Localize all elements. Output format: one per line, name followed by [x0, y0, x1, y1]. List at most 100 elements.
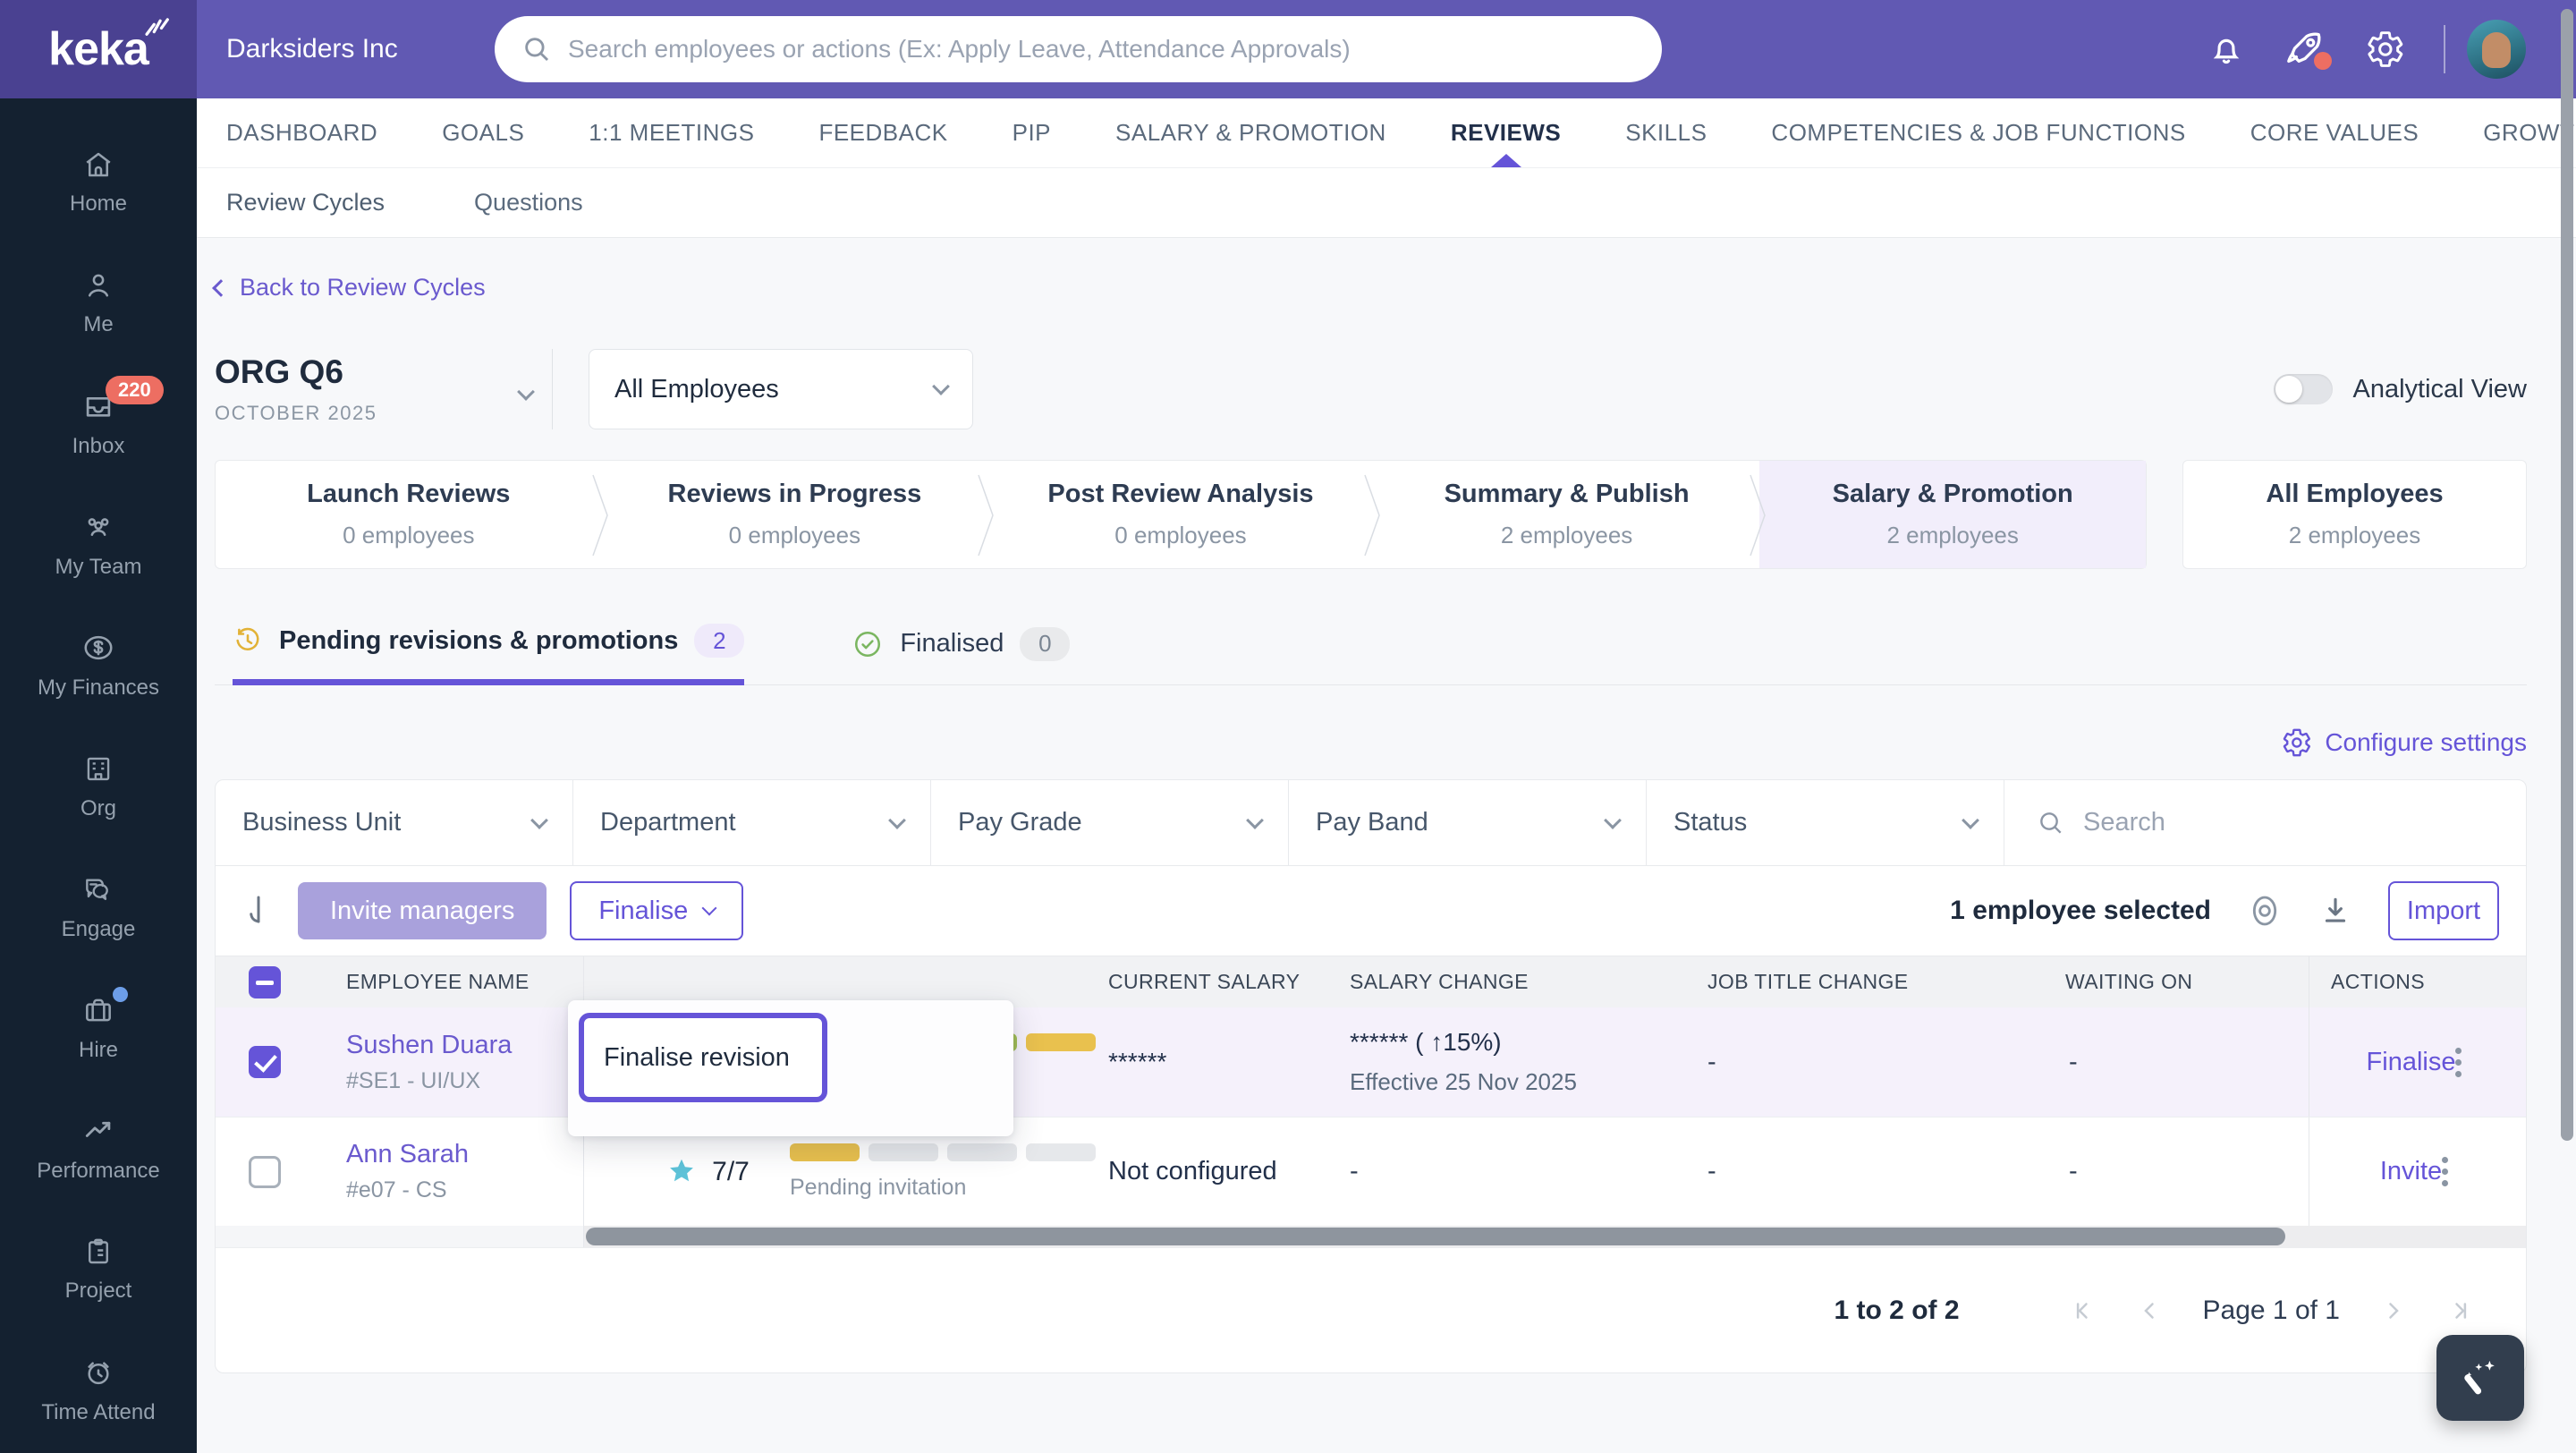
col-employee-name: EMPLOYEE NAME	[314, 956, 584, 1007]
global-search-input[interactable]	[568, 35, 1635, 64]
settings-gear-icon[interactable]	[2366, 0, 2405, 98]
sort-arrow-down-icon[interactable]	[242, 893, 275, 929]
filter-department[interactable]: Department	[573, 780, 931, 865]
stage-launch-reviews[interactable]: Launch Reviews 0 employees	[216, 461, 608, 568]
sidebar-item-performance[interactable]: Performance	[0, 1088, 197, 1209]
tab-goals[interactable]: GOALS	[442, 98, 524, 167]
stage-post-review-analysis[interactable]: Post Review Analysis 0 employees	[987, 461, 1380, 568]
gear-icon	[2284, 728, 2311, 757]
prev-page-icon[interactable]	[2137, 1297, 2164, 1324]
user-avatar[interactable]	[2467, 20, 2526, 79]
people-icon	[81, 510, 115, 544]
rocket-badge-dot	[2314, 52, 2332, 70]
kebab-menu-icon[interactable]	[2442, 1157, 2449, 1186]
employee-name-link[interactable]: Ann Sarah	[346, 1140, 583, 1169]
employee-filter-select[interactable]: All Employees	[589, 349, 973, 429]
row-action-finalise[interactable]: Finalise	[2367, 1048, 2456, 1077]
filter-status[interactable]: Status	[1647, 780, 2004, 865]
menu-item-finalise-revision[interactable]: Finalise revision	[579, 1013, 827, 1102]
subnav-review-cycles[interactable]: Review Cycles	[226, 189, 385, 217]
job-title-change-value: -	[1707, 1047, 1716, 1076]
current-salary-value: Not configured	[1108, 1157, 1277, 1185]
search-icon	[521, 34, 552, 64]
col-current-salary: CURRENT SALARY	[1108, 970, 1301, 993]
filter-pay-band[interactable]: Pay Band	[1289, 780, 1647, 865]
briefcase-icon	[81, 993, 115, 1027]
tab-dashboard[interactable]: DASHBOARD	[226, 98, 377, 167]
cycle-selector[interactable]: ORG Q6 OCTOBER 2025	[215, 353, 535, 425]
download-icon[interactable]	[2318, 894, 2352, 928]
sidebar-item-org[interactable]: Org	[0, 726, 197, 846]
dollar-icon	[81, 631, 115, 665]
sidebar-item-me[interactable]: Me	[0, 242, 197, 363]
keka-logo[interactable]: keka	[0, 0, 197, 98]
filter-business-unit[interactable]: Business Unit	[216, 780, 573, 865]
tab-reviews[interactable]: REVIEWS	[1451, 98, 1561, 167]
stage-salary-promotion[interactable]: Salary & Promotion 2 employees	[1759, 461, 2146, 568]
import-button[interactable]: Import	[2388, 881, 2499, 940]
tab-pip[interactable]: PIP	[1013, 98, 1051, 167]
table-row: Ann Sarah #e07 - CS 7/7 Pending invitati…	[216, 1117, 2526, 1226]
tab-1-1-meetings[interactable]: 1:1 MEETINGS	[589, 98, 754, 167]
tab-skills[interactable]: SKILLS	[1625, 98, 1707, 167]
tab-salary-promotion[interactable]: SALARY & PROMOTION	[1115, 98, 1386, 167]
employee-name-link[interactable]: Sushen Duara	[346, 1031, 583, 1060]
sidebar-item-engage[interactable]: Engage	[0, 846, 197, 967]
whats-new-rocket-icon[interactable]	[2284, 0, 2332, 98]
stage-all-employees[interactable]: All Employees 2 employees	[2182, 460, 2527, 569]
history-clock-icon	[233, 625, 263, 656]
chevron-down-icon	[1246, 811, 1264, 829]
row-checkbox[interactable]	[249, 1046, 281, 1078]
sidebar-item-project[interactable]: Project	[0, 1209, 197, 1330]
vertical-scrollbar-thumb[interactable]	[2561, 9, 2573, 1141]
sidebar-item-inbox[interactable]: Inbox 220	[0, 363, 197, 484]
rating-value: 7/7	[712, 1156, 750, 1186]
sidebar-item-hire[interactable]: Hire	[0, 967, 197, 1088]
main-area: DASHBOARD GOALS 1:1 MEETINGS FEEDBACK PI…	[197, 98, 2576, 1453]
tab-competencies[interactable]: COMPETENCIES & JOB FUNCTIONS	[1771, 98, 2185, 167]
stage-separator	[591, 473, 611, 557]
finalise-dropdown-button[interactable]: Finalise	[570, 881, 744, 940]
global-search[interactable]	[495, 16, 1662, 82]
first-page-icon[interactable]	[2071, 1297, 2097, 1324]
logo-text: keka	[48, 23, 149, 75]
filter-pay-grade[interactable]: Pay Grade	[931, 780, 1289, 865]
tab-core-values[interactable]: CORE VALUES	[2250, 98, 2419, 167]
row-checkbox[interactable]	[249, 1155, 281, 1188]
tab-finalised[interactable]: Finalised 0	[852, 624, 1071, 685]
last-page-icon[interactable]	[2445, 1297, 2472, 1324]
subnav-questions[interactable]: Questions	[474, 189, 583, 217]
salary-table-card: Business Unit Department Pay Grade Pay B…	[215, 779, 2527, 1373]
configure-settings-link[interactable]: Configure settings	[2282, 727, 2527, 758]
chevron-down-icon	[932, 378, 950, 395]
select-all-checkbox[interactable]	[249, 965, 281, 998]
table-search-input[interactable]	[2083, 808, 2494, 837]
magic-wand-button[interactable]	[2436, 1335, 2524, 1421]
notifications-bell-icon[interactable]	[2207, 0, 2245, 98]
sidebar-item-home[interactable]: Home	[0, 122, 197, 242]
stage-summary-publish[interactable]: Summary & Publish 2 employees	[1374, 461, 1767, 568]
back-to-review-cycles-link[interactable]: Back to Review Cycles	[212, 274, 486, 302]
tab-feedback[interactable]: FEEDBACK	[818, 98, 947, 167]
next-page-icon[interactable]	[2379, 1297, 2406, 1324]
bulk-action-bar: Invite managers Finalise 1 employee sele…	[216, 866, 2526, 956]
row-action-invite[interactable]: Invite	[2380, 1157, 2442, 1186]
analytical-view-toggle[interactable]	[2274, 374, 2334, 404]
finalise-dropdown-menu: Finalise revision	[568, 1000, 1013, 1136]
waiting-on-value: -	[2069, 1157, 2078, 1185]
tab-pending-revisions[interactable]: Pending revisions & promotions 2	[233, 624, 745, 685]
sidebar-item-my-finances[interactable]: My Finances	[0, 605, 197, 726]
preview-eye-icon[interactable]	[2247, 893, 2283, 929]
sidebar-item-time-attend[interactable]: Time Attend	[0, 1330, 197, 1450]
table-search[interactable]	[2004, 780, 2526, 865]
sidebar-item-my-team[interactable]: My Team	[0, 484, 197, 605]
stage-reviews-in-progress[interactable]: Reviews in Progress 0 employees	[602, 461, 994, 568]
salary-change-value: -	[1350, 1157, 1359, 1185]
hscroll-thumb[interactable]	[586, 1228, 2285, 1245]
progress-segments	[790, 1143, 1101, 1161]
chevron-down-icon	[701, 900, 717, 916]
kebab-menu-icon[interactable]	[2455, 1047, 2462, 1077]
inbox-count-badge: 220	[106, 376, 164, 404]
finalised-count-badge: 0	[1020, 626, 1071, 661]
invite-managers-button[interactable]: Invite managers	[298, 882, 547, 939]
